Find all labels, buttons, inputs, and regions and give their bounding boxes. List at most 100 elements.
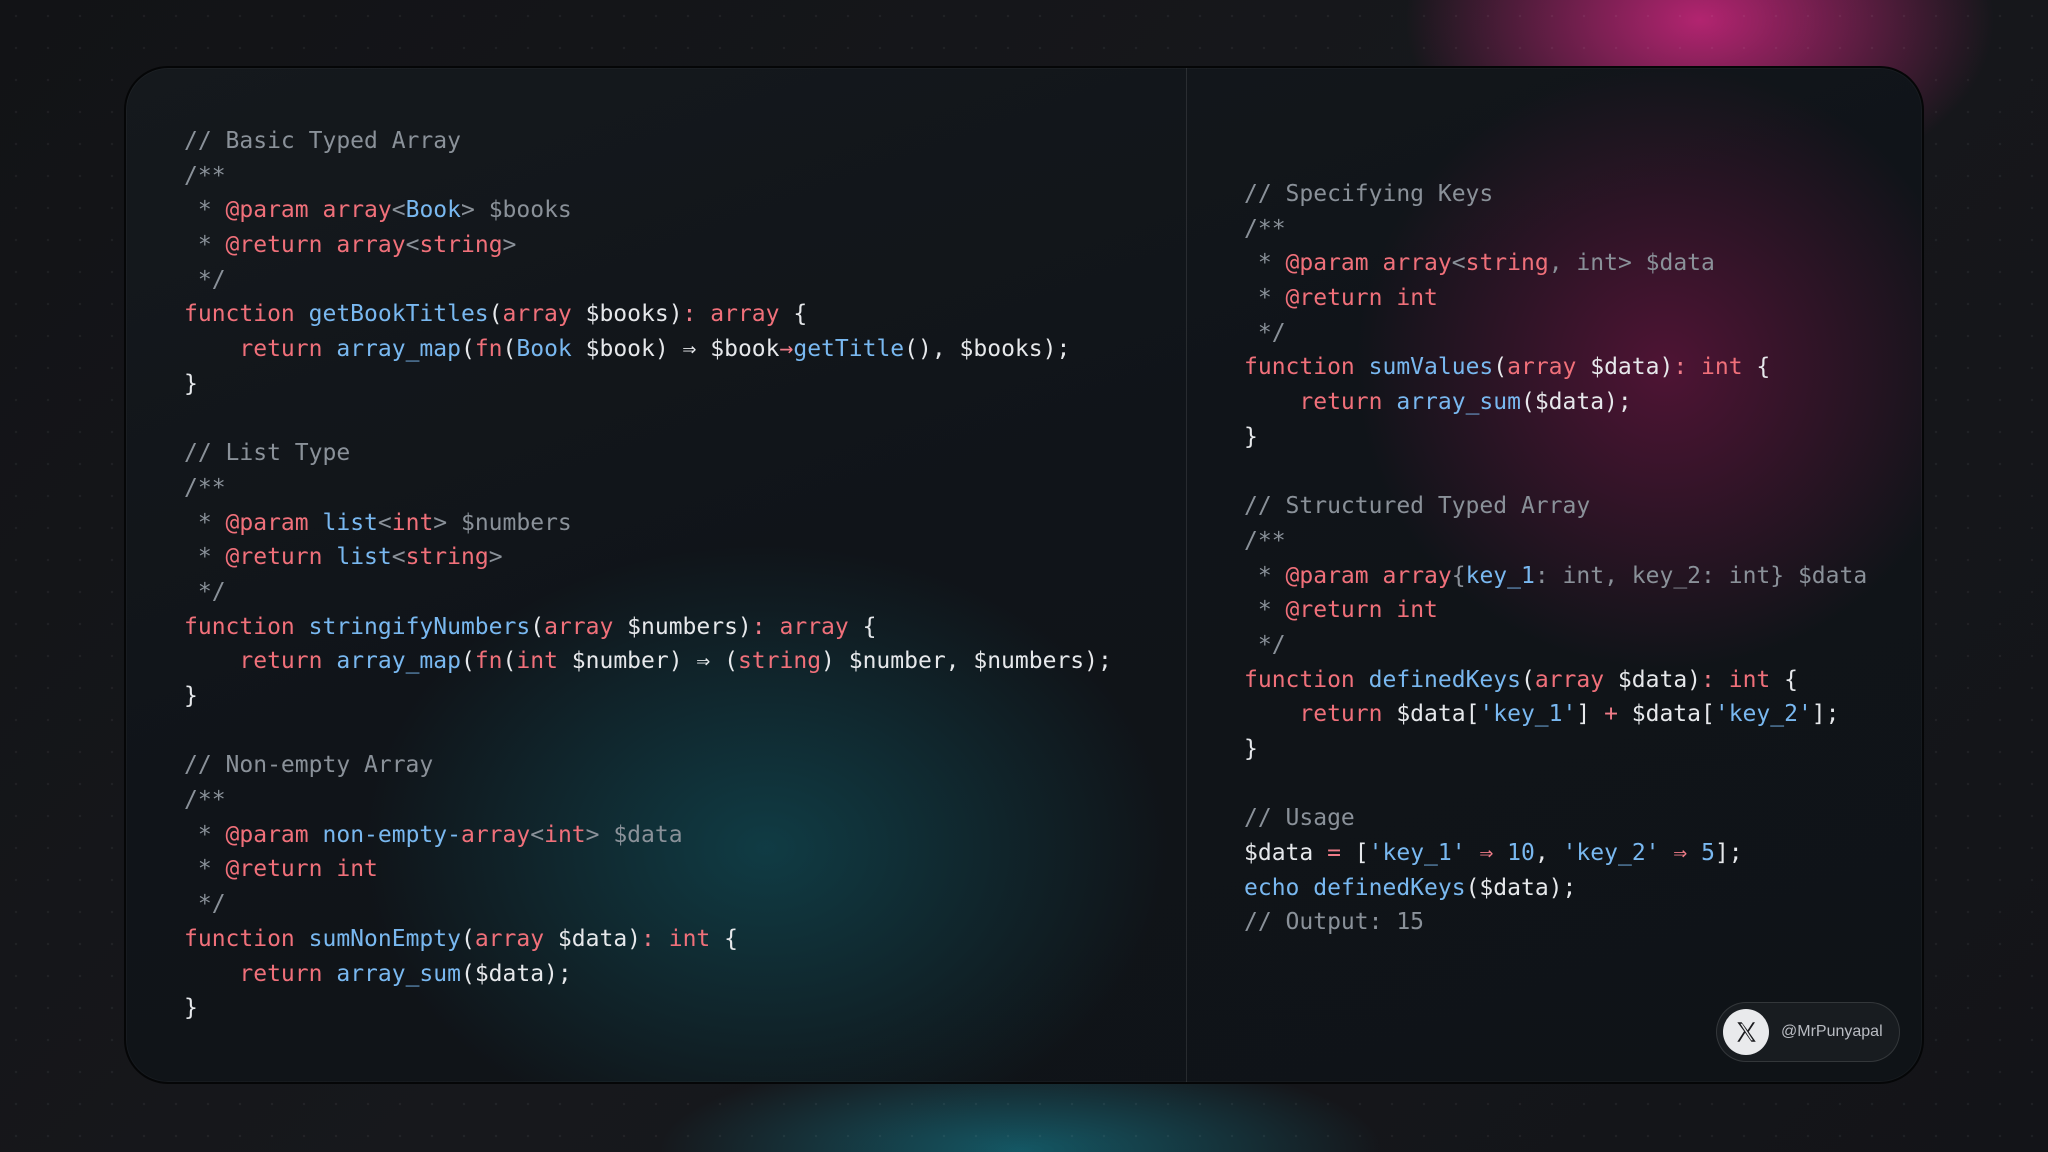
code-line: } [184,991,1112,1026]
code-token: function [184,925,295,952]
code-token: ] [1576,701,1605,728]
code-token: ( [502,336,517,363]
author-badge[interactable]: @MrPunyapal [1716,1002,1900,1062]
code-token: $data [1244,840,1328,867]
code-token: int [516,648,558,675]
code-token: $data[ [1617,701,1715,728]
code-token: int [391,509,434,536]
code-token: return [239,648,323,675]
code-token: list [336,544,392,571]
pane-divider [1186,68,1187,1082]
code-token: array_map [336,336,461,363]
code-token: array [779,613,849,640]
code-line: return array_map(fn(int $number) ⇒ (stri… [184,644,1111,679]
code-line: return array_sum($data); [184,957,1112,992]
code-token: : [751,613,766,640]
code-token: @param [225,197,309,224]
code-token: ]; [1714,840,1743,867]
code-token: $data) [1576,354,1674,381]
code-line: $data = ['key_1' ⇒ 10, 'key_2' ⇒ 5]; [1244,836,1867,871]
code-token: definedKeys [1313,874,1466,901]
code-token: int [1396,597,1438,624]
code-token: // Non-empty Array [184,752,434,779]
code-token: int [668,925,711,952]
code-pane-right: // Specifying Keys/** * @param array<str… [1244,177,1867,940]
code-token: int [1728,666,1771,693]
code-token: // Basic Typed Array [184,128,461,154]
code-line: * @return int [1244,593,1867,628]
code-pane-left: // Basic Typed Array /** * @param array < B… [184,124,1112,1026]
code-token: ( [460,648,475,675]
code-line: * @return int [184,852,1112,887]
canvas: // Basic Typed Array /** * @param array < B… [0,0,2048,1152]
code-line: */ [184,575,1112,610]
code-token: definedKeys [1368,666,1521,693]
code-token: key_1 [1465,562,1535,589]
code-token: int [1396,285,1438,312]
code-token: 5 [1701,840,1715,867]
code-line: return array_sum($data); [1244,385,1867,420]
code-token: array [1507,354,1577,381]
code-card: // Basic Typed Array /** * @param array < B… [124,66,1924,1084]
code-token: */ [1244,319,1286,346]
code-line: */ [184,887,1112,922]
code-line: return $data['key_1'] + $data['key_2']; [1244,697,1867,732]
code-token: /** [184,474,226,501]
code-token: 'key_1' [1368,840,1466,867]
code-token: function [184,613,295,640]
code-token: string [737,648,822,675]
code-token: < [391,544,406,571]
code-token: $book) ⇒ $book [571,336,780,363]
code-token: @return [1285,285,1383,312]
code-line: echo definedKeys($data); [1244,871,1867,906]
code-token: { [1770,666,1798,693]
code-token: : [682,301,697,328]
code-token: > [488,544,503,571]
code-token: $data) [544,925,642,952]
code-line: } [184,679,1112,714]
code-line: */ [184,263,1112,298]
code-token: < [530,821,545,848]
code-token: $books) [571,301,683,328]
code-token: Book [516,336,572,363]
code-token: = [1327,840,1341,867]
code-token: } [184,995,198,1022]
code-token: { [848,613,877,640]
code-token: return [239,960,323,987]
code-line: /** [184,471,1112,506]
code-token: ( [1493,354,1508,381]
code-token: array [1382,250,1452,277]
code-token: ⇒ [1673,840,1688,867]
code-token: } [1244,423,1258,450]
code-line: function stringifyNumbers(array $numbers… [184,610,1112,645]
code-token: 'key_1' [1479,701,1577,728]
code-line: * @return int [1244,281,1867,316]
code-token: * [1244,250,1286,277]
code-token: array_sum [1396,389,1521,416]
code-token: * [184,821,226,848]
code-token: return [239,336,323,363]
code-token: /** [1244,215,1286,242]
code-line: */ [1244,628,1867,663]
code-token: Book [405,197,461,224]
code-token: function [184,301,295,328]
code-token: { [1451,562,1466,589]
code-line: function definedKeys(array $data): int { [1244,663,1867,698]
